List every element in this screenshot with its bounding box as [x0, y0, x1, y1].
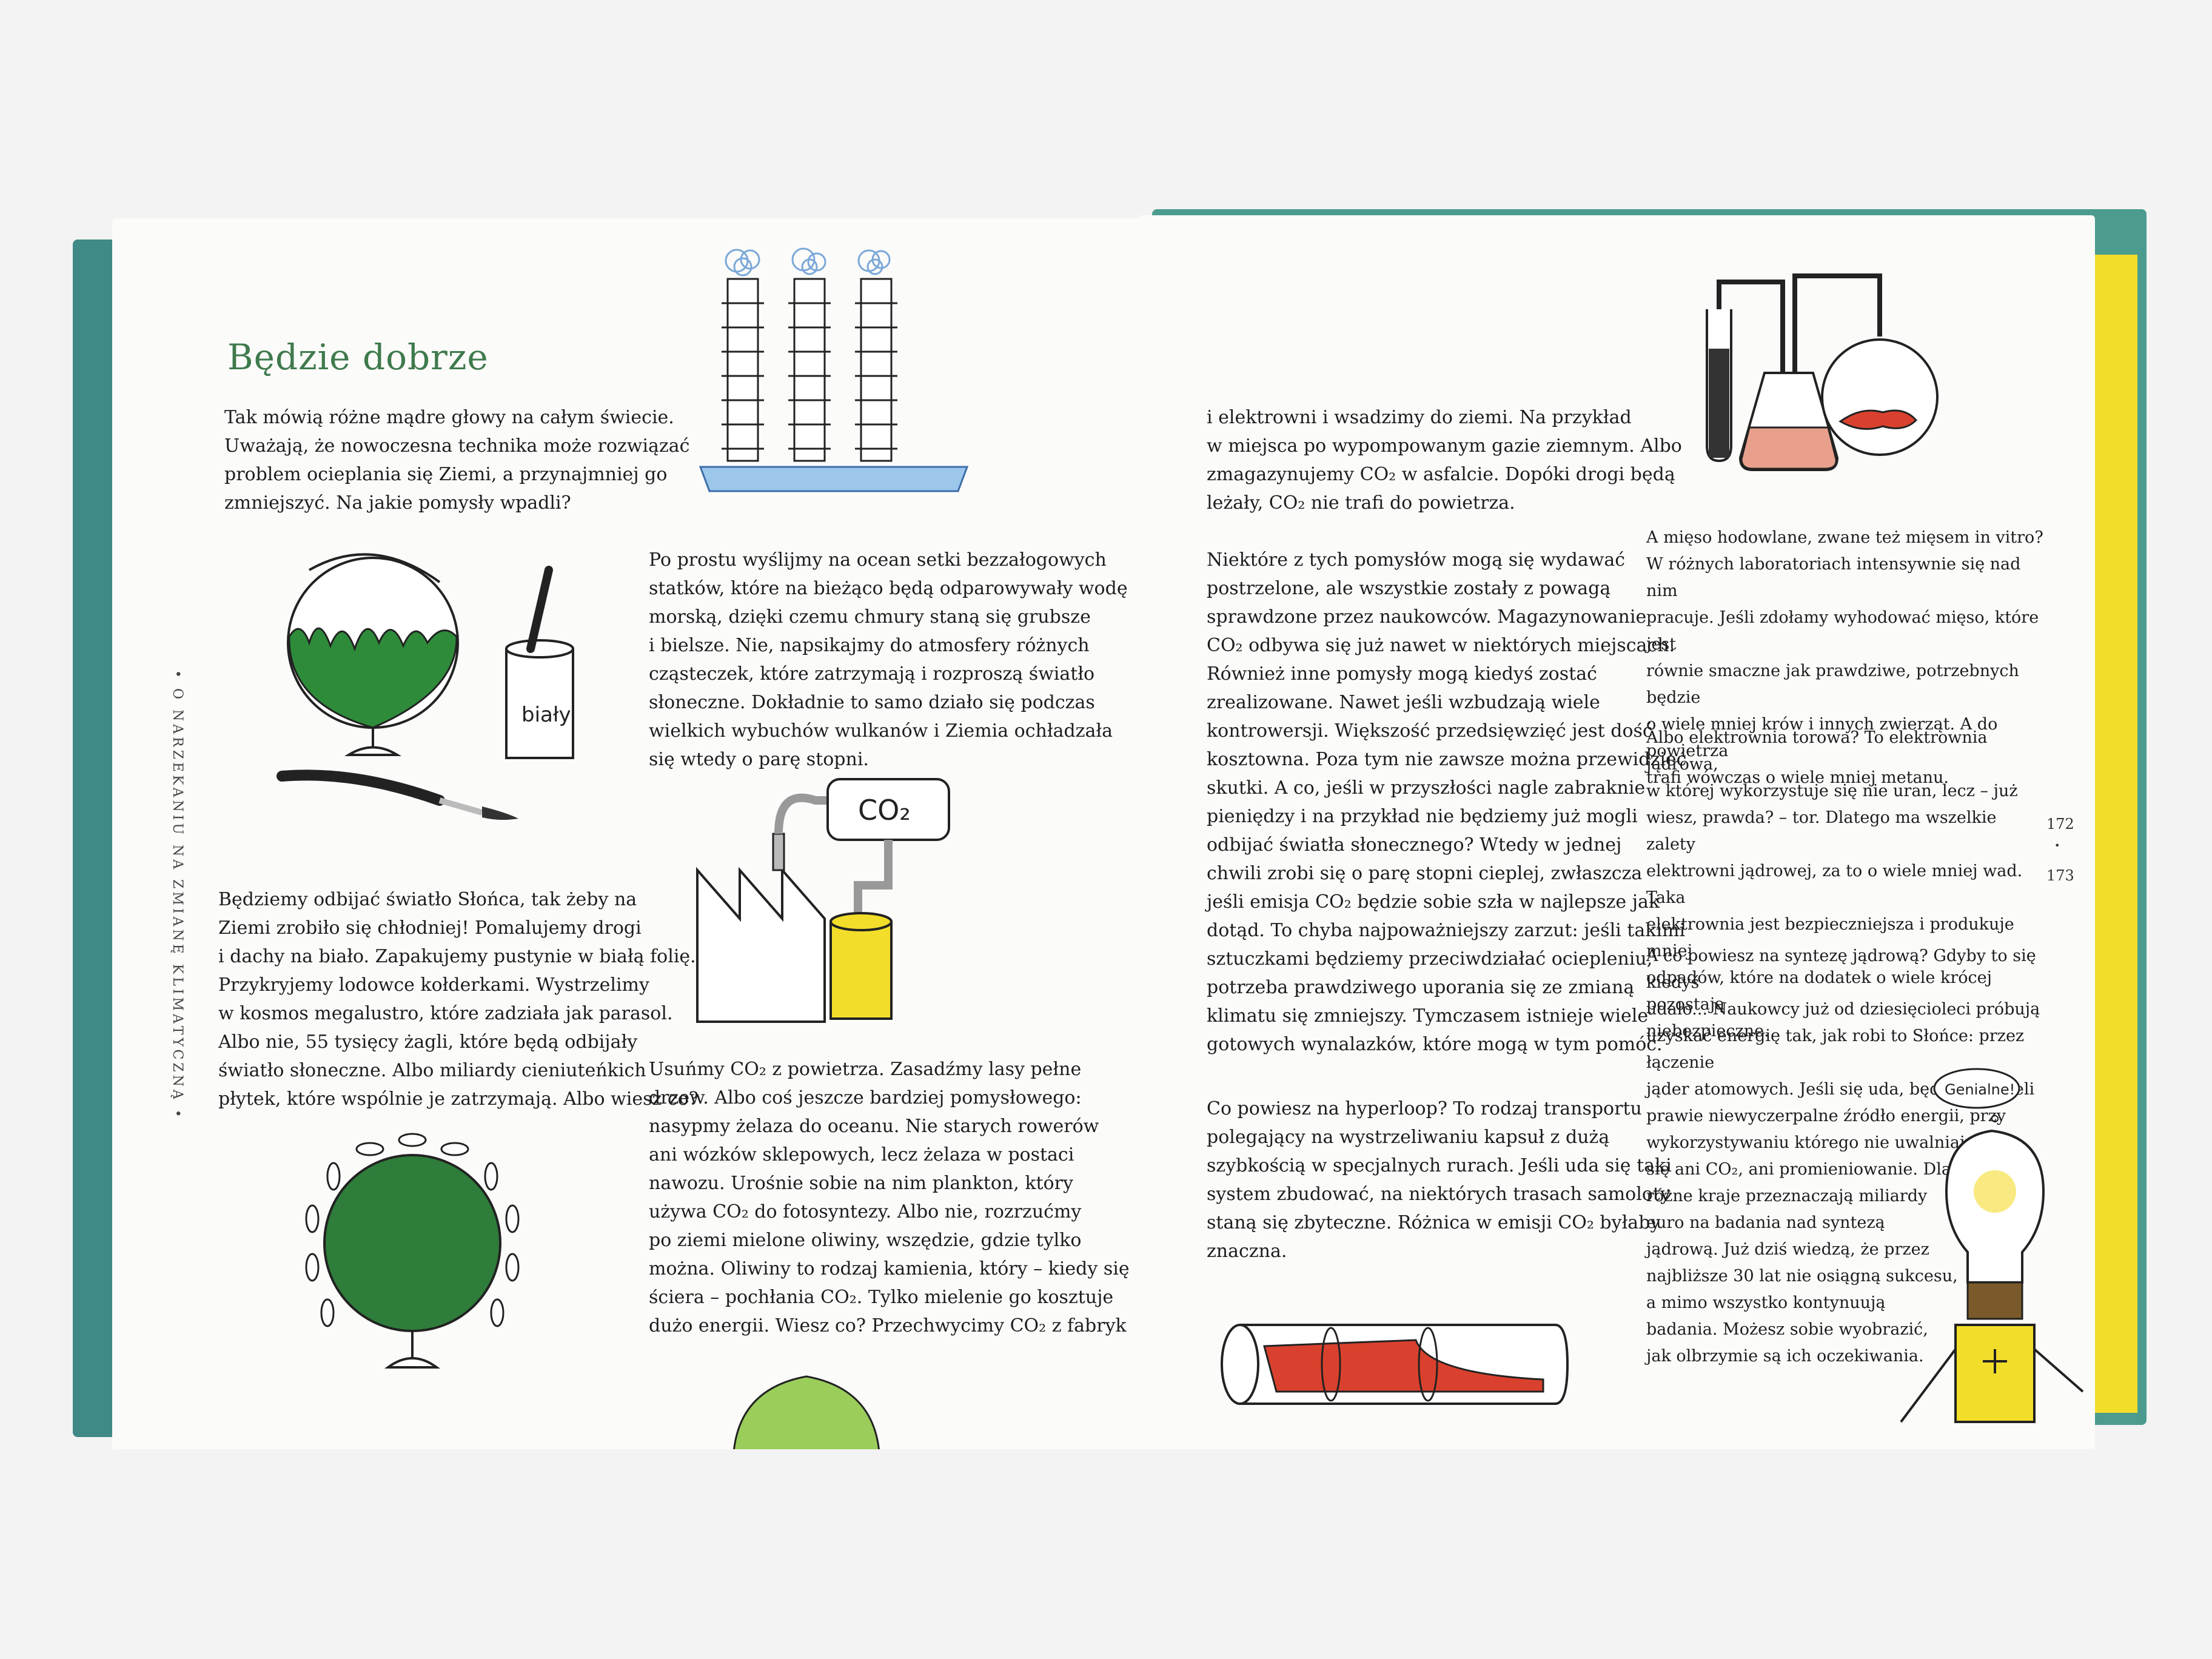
- globe-reflector-plates-illustration: [305, 1133, 520, 1369]
- paint-can-label: biały: [521, 703, 571, 727]
- factory-co2-capture-illustration: CO₂: [696, 778, 950, 1023]
- book-photo: Będzie dobrze • O NARZEKANIU NA ZMIANĘ K…: [0, 0, 2212, 1659]
- co2-tank-label: CO₂: [858, 794, 911, 826]
- right-page: i elektrowni i wsadzimy do ziemi. Na prz…: [1140, 215, 2095, 1449]
- lab-glassware-illustration: [1706, 273, 1939, 471]
- paragraph-ships: Po prostu wyślijmy na ocean setki bezzał…: [649, 549, 1128, 770]
- paragraph-intro: Tak mówią różne mądre głowy na całym świ…: [224, 407, 690, 514]
- paragraph-ideas: Niektóre z tych pomysłów mogą się wydawa…: [1207, 549, 1687, 1055]
- lightbulb-character-illustration: Genialne!: [1900, 1068, 2084, 1423]
- chapter-title: Będzie dobrze: [227, 337, 489, 378]
- hyperloop-capsule-illustration: [1221, 1324, 1569, 1405]
- page-number-left: 172: [2046, 816, 2074, 833]
- page-number-dot: •: [2054, 840, 2060, 851]
- paragraph-storage: i elektrowni i wsadzimy do ziemi. Na prz…: [1207, 407, 1682, 514]
- left-page: Będzie dobrze • O NARZEKANIU NA ZMIANĘ K…: [112, 218, 1140, 1449]
- speech-bubble-text: Genialne!: [1945, 1081, 2015, 1098]
- olivine-pile-illustration: [733, 1375, 880, 1449]
- paragraph-hyperloop: Co powiesz na hyperloop? To rodzaj trans…: [1207, 1098, 1672, 1262]
- side-running-title: • O NARZEKANIU NA ZMIANĘ KLIMATYCZNĄ •: [170, 670, 185, 1121]
- chimney-ship-illustration: [699, 247, 969, 492]
- yellow-page-edge: [2095, 255, 2137, 1413]
- page-number-right: 173: [2046, 867, 2074, 884]
- green-globe-paint-illustration: biały: [276, 553, 574, 820]
- paragraph-co2-removal: Usuńmy CO₂ z powietrza. Zasadźmy lasy pe…: [649, 1059, 1130, 1336]
